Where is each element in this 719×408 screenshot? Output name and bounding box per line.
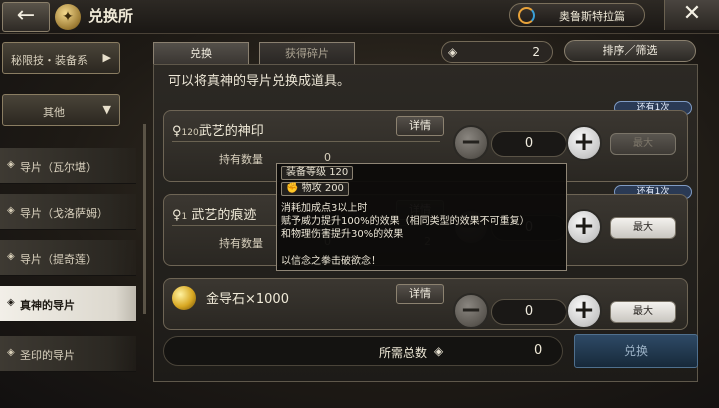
sidebar-item-varkan[interactable]: ◈ 导片（瓦尔堪） bbox=[0, 148, 136, 184]
increase-button[interactable]: + bbox=[566, 293, 602, 329]
total-label: 所需总数 bbox=[379, 346, 428, 360]
server-label: 奥鲁斯特拉篇 bbox=[559, 10, 625, 23]
divider bbox=[172, 141, 440, 142]
detail-button[interactable]: 详情 bbox=[396, 116, 444, 136]
sidebar-item-tichlen[interactable]: ◈ 导片（提奇莲） bbox=[0, 240, 136, 276]
item-title: ♀1 武艺的痕迹 bbox=[172, 204, 256, 223]
detail-button[interactable]: 详情 bbox=[396, 284, 444, 304]
chevron-down-icon: ▼ bbox=[102, 103, 111, 116]
sidebar-item-label: 真神的导片 bbox=[20, 299, 75, 312]
info-text: 可以将真神的导片兑换成道具。 bbox=[168, 74, 351, 89]
decrease-button[interactable]: − bbox=[453, 125, 489, 161]
level-icon: ♀ bbox=[172, 208, 182, 223]
item-level: 120 bbox=[181, 128, 199, 138]
diamond-icon: ◈ bbox=[7, 297, 15, 308]
chevron-right-icon: ▶ bbox=[102, 51, 111, 64]
increase-button[interactable]: + bbox=[566, 125, 602, 161]
fragment-count: 2 bbox=[532, 45, 540, 59]
sidebar-item-seal[interactable]: ◈ 圣印的导片 bbox=[0, 336, 136, 372]
diamond-icon: ◈ bbox=[7, 205, 15, 216]
sort-filter-button[interactable]: 排序／筛选 bbox=[564, 40, 696, 62]
fist-icon: ✊ bbox=[286, 183, 299, 194]
diamond-icon: ◈ bbox=[7, 159, 15, 170]
sidebar-category-label: 其他 bbox=[43, 106, 65, 119]
attack-tag: ✊ 物攻 200 bbox=[281, 182, 349, 196]
item-title: 金导石×1000 bbox=[206, 292, 289, 307]
hold-label: 持有数量 bbox=[219, 237, 263, 250]
max-button[interactable]: 最大 bbox=[610, 133, 676, 155]
diamond-icon: ◈ bbox=[7, 347, 15, 358]
tab-get-fragments[interactable]: 获得碎片 bbox=[259, 42, 355, 64]
total-bar: 所需总数 ◈ 0 bbox=[163, 336, 563, 366]
page-title: 兑换所 bbox=[88, 7, 134, 25]
hold-label: 持有数量 bbox=[219, 153, 263, 166]
back-button[interactable]: ← bbox=[2, 2, 50, 32]
close-button[interactable]: ✕ bbox=[664, 0, 719, 30]
item-title: ♀120武艺的神印 bbox=[172, 120, 264, 139]
list-item: 金导石×1000 详情 − 0 + 最大 bbox=[163, 278, 688, 330]
item-name: 武艺的神印 bbox=[198, 124, 264, 139]
sidebar-item-label: 导片（提奇莲） bbox=[20, 253, 97, 266]
tab-exchange[interactable]: 兑换 bbox=[153, 42, 249, 64]
item-name: 武艺的痕迹 bbox=[191, 208, 257, 223]
item-level: 1 bbox=[181, 212, 188, 222]
quantity-field[interactable]: 0 bbox=[491, 299, 567, 325]
gold-stone-icon bbox=[172, 286, 196, 310]
max-button[interactable]: 最大 bbox=[610, 301, 676, 323]
level-icon: ♀ bbox=[172, 124, 182, 139]
fragment-icon: ◈ bbox=[448, 45, 458, 59]
diamond-icon: ◈ bbox=[7, 251, 15, 262]
server-select-button[interactable]: 奥鲁斯特拉篇 bbox=[509, 3, 645, 27]
fragment-counter: ◈ 2 bbox=[441, 41, 553, 63]
sidebar-item-golosam[interactable]: ◈ 导片（戈洛萨姆） bbox=[0, 194, 136, 230]
sidebar-item-label: 圣印的导片 bbox=[20, 349, 75, 362]
tooltip-line: 和物理伤害提升30%的效果 bbox=[281, 229, 404, 240]
sidebar: 秘限技・装备系 ▶ 其他 ▼ ◈ 导片（瓦尔堪） ◈ 导片（戈洛萨姆） ◈ 导片… bbox=[0, 34, 150, 408]
sidebar-item-label: 导片（戈洛萨姆） bbox=[20, 207, 108, 220]
shop-emblem-icon: ✦ bbox=[55, 4, 81, 30]
sidebar-item-label: 导片（瓦尔堪） bbox=[20, 161, 97, 174]
sidebar-scrollbar[interactable] bbox=[143, 124, 146, 314]
quantity-field[interactable]: 0 bbox=[491, 131, 567, 157]
fragment-icon: ◈ bbox=[434, 344, 444, 358]
equip-level-tag: 装备等级 120 bbox=[281, 166, 354, 180]
sidebar-item-true-god[interactable]: ◈ 真神的导片 bbox=[0, 286, 136, 322]
decrease-button[interactable]: − bbox=[453, 293, 489, 329]
sidebar-category-equipment[interactable]: 秘限技・装备系 ▶ bbox=[2, 42, 120, 74]
tooltip-line: 以信念之拳击破欲念！ bbox=[281, 256, 381, 267]
exchange-button[interactable]: 兑换 bbox=[574, 334, 698, 368]
refresh-icon bbox=[518, 7, 535, 24]
increase-button[interactable]: + bbox=[566, 209, 602, 245]
sidebar-category-other[interactable]: 其他 ▼ bbox=[2, 94, 120, 126]
total-value: 0 bbox=[534, 343, 543, 358]
sidebar-category-label: 秘限技・装备系 bbox=[11, 54, 88, 67]
item-tooltip: 装备等级 120 ✊ 物攻 200 消耗加成点3以上时 赋予威力提升100%的效… bbox=[276, 163, 567, 271]
max-button[interactable]: 最大 bbox=[610, 217, 676, 239]
